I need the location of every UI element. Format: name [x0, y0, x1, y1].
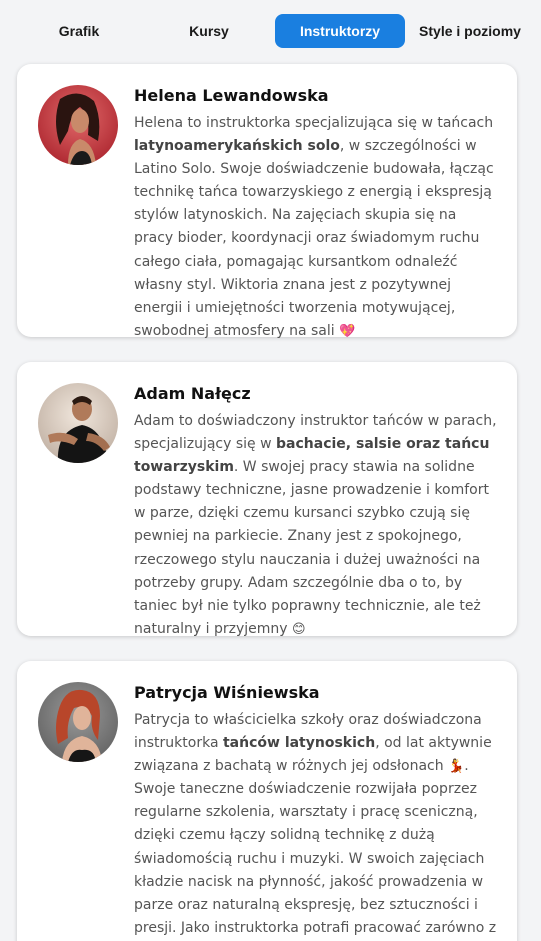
- avatar-photo: [38, 383, 118, 463]
- avatar-photo: [38, 682, 118, 762]
- heart-emoji-icon: 💖: [339, 323, 356, 339]
- instructor-card: Helena Lewandowska Helena to instruktork…: [17, 64, 517, 339]
- tab-instruktorzy[interactable]: Instruktorzy: [275, 14, 405, 48]
- avatar: [38, 682, 118, 762]
- tab-style-i-poziomy[interactable]: Style i poziomy: [410, 14, 530, 48]
- smile-emoji-icon: 😊: [292, 621, 306, 637]
- tab-kursy[interactable]: Kursy: [148, 14, 270, 48]
- instructor-name: Helena Lewandowska: [134, 86, 329, 105]
- tab-bar: Grafik Kursy Instruktorzy Style i poziom…: [0, 14, 541, 48]
- instructor-bio: Patrycja to właścicielka szkoły oraz doś…: [134, 712, 497, 936]
- avatar-photo: [38, 85, 118, 165]
- instructor-bio: Adam to doświadczony instruktor tańców w…: [134, 413, 497, 637]
- instructor-card: Patrycja Wiśniewska Patrycja to właścici…: [17, 661, 517, 941]
- instructor-card: Adam Nałęcz Adam to doświadczony instruk…: [17, 362, 517, 637]
- instructor-name: Patrycja Wiśniewska: [134, 683, 320, 702]
- avatar: [38, 85, 118, 165]
- tab-grafik[interactable]: Grafik: [18, 14, 140, 48]
- instructor-bio: Helena to instruktorka specjalizująca si…: [134, 115, 494, 339]
- avatar: [38, 383, 118, 463]
- dancer-emoji-icon: 💃: [448, 759, 465, 775]
- instructor-name: Adam Nałęcz: [134, 384, 251, 403]
